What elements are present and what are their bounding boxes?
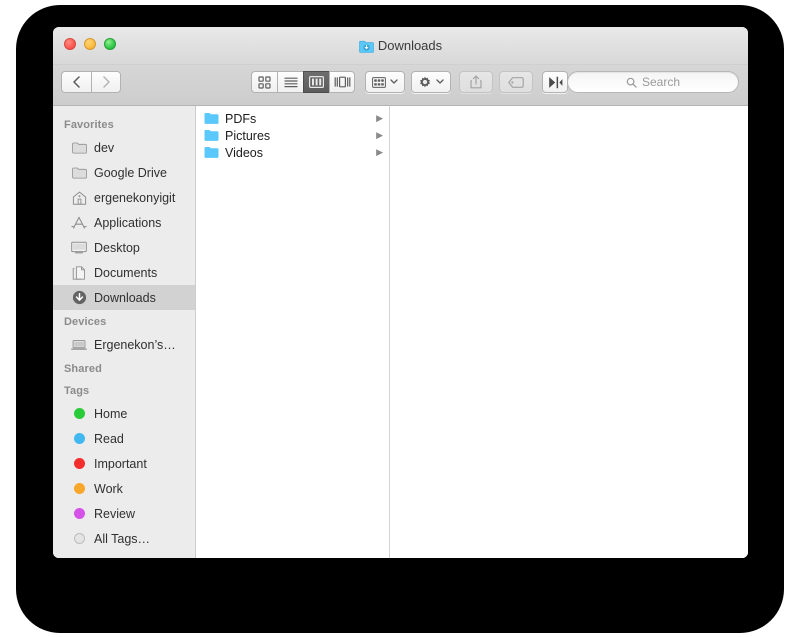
tag-dot-icon (71, 481, 87, 497)
downloads-icon (71, 290, 87, 306)
sidebar-item-all-tags[interactable]: All Tags… (53, 526, 195, 551)
tag-dot-icon (71, 456, 87, 472)
file-column-two (390, 106, 748, 558)
disclosure-arrow-icon: ▶ (376, 147, 383, 157)
traffic-light-controls (64, 38, 116, 50)
forward-button[interactable] (91, 71, 121, 93)
sidebar-item-tag-review[interactable]: Review (53, 501, 195, 526)
disclosure-arrow-icon: ▶ (376, 130, 383, 140)
window-title: Downloads (53, 37, 748, 57)
share-button[interactable] (459, 71, 493, 93)
sidebar: Favorites dev Google Drive ergenekonyigi… (53, 106, 196, 558)
window-titlebar: Downloads (53, 27, 748, 65)
dropbox-button[interactable] (542, 71, 568, 93)
window-title-text: Downloads (377, 38, 443, 53)
navigation-buttons (61, 71, 121, 93)
sidebar-item-tag-read[interactable]: Read (53, 426, 195, 451)
minimize-button[interactable] (84, 38, 96, 50)
share-icon (470, 75, 482, 89)
sidebar-item-label: Applications (94, 215, 162, 230)
chevron-down-icon (390, 79, 398, 84)
home-icon (71, 190, 87, 206)
search-input[interactable]: Search (567, 71, 739, 93)
folder-icon (204, 146, 219, 159)
sidebar-item-label: All Tags… (94, 531, 151, 546)
sidebar-item-label: Review (94, 506, 135, 521)
tag-dot-icon (71, 506, 87, 522)
sidebar-item-label: Home (94, 406, 128, 421)
sidebar-item-ergenekons-mac[interactable]: Ergenekon’s… (53, 332, 195, 357)
sidebar-item-tag-home[interactable]: Home (53, 401, 195, 426)
close-button[interactable] (64, 38, 76, 50)
sidebar-section-tags-header: Tags (64, 385, 90, 397)
documents-icon (71, 265, 87, 281)
tag-dot-icon (71, 531, 87, 547)
sidebar-item-label: Important (94, 456, 147, 471)
back-button[interactable] (61, 71, 91, 93)
action-menu-button[interactable] (411, 71, 451, 93)
sidebar-item-label: dev (94, 140, 115, 155)
sidebar-item-label: Google Drive (94, 165, 167, 180)
sidebar-item-dev[interactable]: dev (53, 135, 195, 160)
sidebar-item-label: Desktop (94, 240, 140, 255)
folder-icon (204, 129, 219, 142)
chevron-down-icon (436, 79, 444, 84)
list-item[interactable]: Videos ▶ (196, 144, 389, 161)
applications-icon (71, 215, 87, 231)
sidebar-item-label: Downloads (94, 290, 156, 305)
finder-window: Downloads Search Favorites dev Google Dr… (53, 27, 748, 558)
window-body: Favorites dev Google Drive ergenekonyigi… (53, 106, 748, 558)
folder-icon (71, 165, 87, 181)
laptop-icon (71, 337, 87, 353)
view-mode-switcher (251, 71, 355, 93)
sidebar-item-ergenekonyigit[interactable]: ergenekonyigit (53, 185, 195, 210)
tag-icon (508, 76, 524, 88)
sidebar-item-applications[interactable]: Applications (53, 210, 195, 235)
list-item[interactable]: Pictures ▶ (196, 127, 389, 144)
sidebar-item-label: ergenekonyigit (94, 190, 176, 205)
sidebar-item-tag-work[interactable]: Work (53, 476, 195, 501)
arrange-button[interactable] (365, 71, 405, 93)
desktop-icon (71, 240, 87, 256)
icon-view-button[interactable] (251, 71, 277, 93)
list-item-label: Videos (225, 145, 263, 160)
gear-icon (420, 76, 430, 88)
sidebar-item-label: Work (94, 481, 123, 496)
sidebar-section-devices-header: Devices (64, 316, 107, 328)
tag-dot-icon (71, 431, 87, 447)
gallery-view-button[interactable] (329, 71, 355, 93)
list-item-label: PDFs (225, 111, 257, 126)
sidebar-section-shared-header: Shared (64, 363, 102, 375)
sidebar-item-documents[interactable]: Documents (53, 260, 195, 285)
finder-toolbar: Search (53, 65, 748, 106)
downloads-folder-icon (359, 40, 374, 57)
disclosure-arrow-icon: ▶ (376, 113, 383, 123)
sidebar-item-google-drive[interactable]: Google Drive (53, 160, 195, 185)
column-view-button[interactable] (303, 71, 329, 93)
tag-button[interactable] (499, 71, 533, 93)
tag-dot-icon (71, 406, 87, 422)
column-view-area: PDFs ▶ Pictures ▶ Videos ▶ (196, 106, 748, 558)
folder-icon (71, 140, 87, 156)
sidebar-item-label: Documents (94, 265, 158, 280)
dropbox-bowtie-icon (548, 76, 562, 88)
sidebar-item-label: Ergenekon’s… (94, 337, 176, 352)
sidebar-item-label: Read (94, 431, 124, 446)
search-icon (626, 77, 637, 88)
sidebar-item-desktop[interactable]: Desktop (53, 235, 195, 260)
sidebar-item-tag-important[interactable]: Important (53, 451, 195, 476)
list-item-label: Pictures (225, 128, 271, 143)
search-placeholder: Search (641, 75, 681, 89)
list-view-button[interactable] (277, 71, 303, 93)
list-item[interactable]: PDFs ▶ (196, 110, 389, 127)
zoom-button[interactable] (104, 38, 116, 50)
folder-icon (204, 112, 219, 125)
sidebar-section-favorites-header: Favorites (64, 119, 114, 131)
file-column-one: PDFs ▶ Pictures ▶ Videos ▶ (196, 106, 390, 558)
sidebar-item-downloads[interactable]: Downloads (53, 285, 195, 310)
